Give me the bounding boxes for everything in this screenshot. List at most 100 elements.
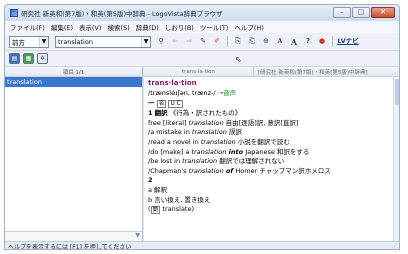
chevron-down-icon[interactable]: ▼: [39, 36, 48, 47]
example-en: /do [make] a: [148, 147, 192, 156]
copy-icon[interactable]: ⎘: [232, 36, 244, 48]
example-headword: translation: [188, 166, 224, 175]
dictionary-group-icon[interactable]: ▦: [23, 53, 34, 64]
menu-help[interactable]: ヘルプ(H): [231, 22, 266, 32]
example-headword: translation: [188, 118, 224, 127]
verb-reference-line: (動 translate): [148, 205, 389, 216]
example-en-rest: Japanese: [245, 147, 275, 156]
secondary-toolbar: ▤ ▦ ✲ ⇖: [5, 51, 399, 67]
search-mode-value: 前方: [12, 38, 25, 47]
entry-header: trans·la·tion [研究社 新英和(第7版)・和英(第5版)中辞典]: [144, 67, 399, 77]
example-ja: 自由[逐語]訳, 意訳[直訳]: [223, 118, 299, 127]
example-headword: translation: [200, 137, 236, 146]
example-ja: 和訳をする: [274, 147, 310, 156]
audio-link[interactable]: →音声: [218, 89, 236, 97]
edit-icon[interactable]: ✎: [197, 36, 209, 48]
menu-tools[interactable]: ツール(T): [197, 22, 232, 32]
verb-reference[interactable]: translate): [160, 205, 194, 213]
example-line: free [literal] translation 自由[逐語]訳, 意訳[直…: [148, 119, 389, 129]
example-ja: 誤訳: [226, 128, 242, 137]
lv-navi-button[interactable]: LVナビ: [337, 36, 359, 48]
toolbar-icons: ⚲ ⇐ ⇒ ✎ ✐ ⎘ ⎗ ⊕ A A ? ● LVナビ: [155, 36, 359, 48]
zoom-icon[interactable]: ⊕: [260, 36, 272, 48]
results-footer: ▼: [5, 231, 142, 241]
window-controls: – □ ✕: [333, 7, 395, 18]
results-header: 項目 1/1: [5, 67, 142, 77]
search-input-value: translation: [58, 37, 93, 46]
toolbar-separator: [227, 36, 228, 47]
back-icon[interactable]: ⇐: [169, 36, 181, 48]
app-window: 研究社 新英和(第7版)・和英(第5版)中辞典 - LogoVista辞典ブラウ…: [4, 4, 400, 250]
sense-2b: b 言い換え, 置き換え: [148, 195, 211, 204]
example-en: /a mistake in: [148, 128, 192, 137]
close-button[interactable]: ✕: [371, 7, 395, 18]
pos-number: 一: [148, 98, 155, 107]
menu-file[interactable]: ファイル(F): [7, 22, 48, 32]
menu-edit[interactable]: 編集(E): [48, 22, 76, 32]
example-en: /be lost in: [148, 157, 183, 166]
menu-bar: ファイル(F) 編集(E) 表示(V) 検索(S) 辞典(D) しおり(B) ツ…: [5, 21, 399, 33]
scrollbar-thumb[interactable]: [395, 79, 399, 105]
example-particle: into: [226, 147, 246, 156]
entry-body: trans·la·tion /trænsléɪʃən, trænz-/ →音声 …: [144, 77, 393, 241]
dictionary-list-icon[interactable]: ▤: [9, 53, 20, 64]
example-line: /read a novel in translation 小説を翻訳で読む: [148, 138, 389, 148]
entry-scrollbar[interactable]: [393, 77, 399, 241]
example-ja: 小説を翻訳で読む: [235, 137, 290, 146]
example-en: /Chapman's: [148, 166, 189, 175]
pronunciation: /trænsléɪʃən, trænz-/: [148, 89, 216, 97]
sense-1-line: 1 翻訳 《行為・訳されたもの》: [148, 109, 389, 119]
stop-icon[interactable]: ●: [316, 36, 328, 48]
example-line: /Chapman's translation of Homer チャップマン訳ホ…: [148, 167, 389, 177]
binoculars-icon[interactable]: ⚲: [155, 36, 167, 48]
forward-icon[interactable]: ⇒: [183, 36, 195, 48]
marker-icon[interactable]: ✐: [211, 36, 223, 48]
sense-2-number: 2: [148, 176, 153, 185]
example-headword: translation: [182, 157, 218, 166]
search-mode-select[interactable]: 前方 ▼: [9, 35, 49, 48]
status-text: ヘルプを表示するには [F1] を押してください: [8, 244, 132, 250]
sense-1-text: 《行為・訳されたもの》: [169, 109, 242, 118]
example-line: /a mistake in translation 誤訳: [148, 128, 389, 138]
example-ja: 翻訳では理解されない: [217, 157, 285, 166]
maximize-button[interactable]: □: [352, 7, 370, 18]
part-of-speech-line: 一 名 U C: [148, 99, 389, 110]
search-input[interactable]: translation ▼: [55, 35, 151, 48]
sense-2a: a 解釈: [148, 185, 168, 194]
example-en: free [literal]: [148, 118, 189, 127]
settings-icon[interactable]: ✲: [37, 53, 48, 64]
chevron-down-icon[interactable]: ▼: [135, 232, 140, 239]
minimize-button[interactable]: –: [333, 7, 351, 18]
example-ja: チャップマン訳ホメロス: [257, 166, 331, 175]
list-item[interactable]: translation: [5, 77, 142, 87]
status-bar: ヘルプを表示するには [F1] を押してください ⋰: [5, 241, 399, 250]
menu-search[interactable]: 検索(S): [105, 22, 133, 32]
help-icon[interactable]: ?: [302, 36, 314, 48]
app-icon: [10, 9, 18, 17]
font-large-icon[interactable]: A: [288, 36, 300, 48]
example-line: /do [make] a translation into Japanese 和…: [148, 148, 389, 158]
menu-bookmarks[interactable]: しおり(B): [162, 22, 197, 32]
paste-icon[interactable]: ⎗: [246, 36, 258, 48]
entry-header-word: trans·la·tion: [144, 67, 254, 76]
resize-grip-icon[interactable]: ⋰: [391, 243, 397, 249]
title-bar: 研究社 新英和(第7版)・和英(第5版)中辞典 - LogoVista辞典ブラウ…: [5, 5, 399, 21]
example-line: /be lost in translation 翻訳では理解されない: [148, 157, 389, 167]
menu-view[interactable]: 表示(V): [76, 22, 105, 32]
headword: trans·la·tion: [148, 79, 197, 87]
sense-1-number: 1: [148, 109, 153, 118]
example-headword: translation: [191, 147, 227, 156]
mouse-cursor-icon: ⇖: [235, 55, 242, 64]
chevron-down-icon[interactable]: ▼: [141, 36, 150, 47]
example-particle: of: [223, 166, 236, 175]
example-en-rest: Homer: [235, 166, 258, 175]
pronunciation-line: /trænsléɪʃən, trænz-/ →音声: [148, 89, 389, 99]
sense-1-label: 翻訳: [154, 109, 168, 118]
example-en: /read a novel in: [148, 137, 201, 146]
font-small-icon[interactable]: A: [274, 36, 286, 48]
toolbar-separator: [332, 36, 333, 47]
pos-label: 名: [156, 99, 167, 108]
entry-pane: trans·la·tion [研究社 新英和(第7版)・和英(第5版)中辞典] …: [144, 67, 399, 241]
menu-dictionary[interactable]: 辞典(D): [133, 22, 162, 32]
main-toolbar: 前方 ▼ translation ▼ ⚲ ⇐ ⇒ ✎ ✐ ⎘ ⎗ ⊕ A A ?…: [5, 33, 399, 51]
